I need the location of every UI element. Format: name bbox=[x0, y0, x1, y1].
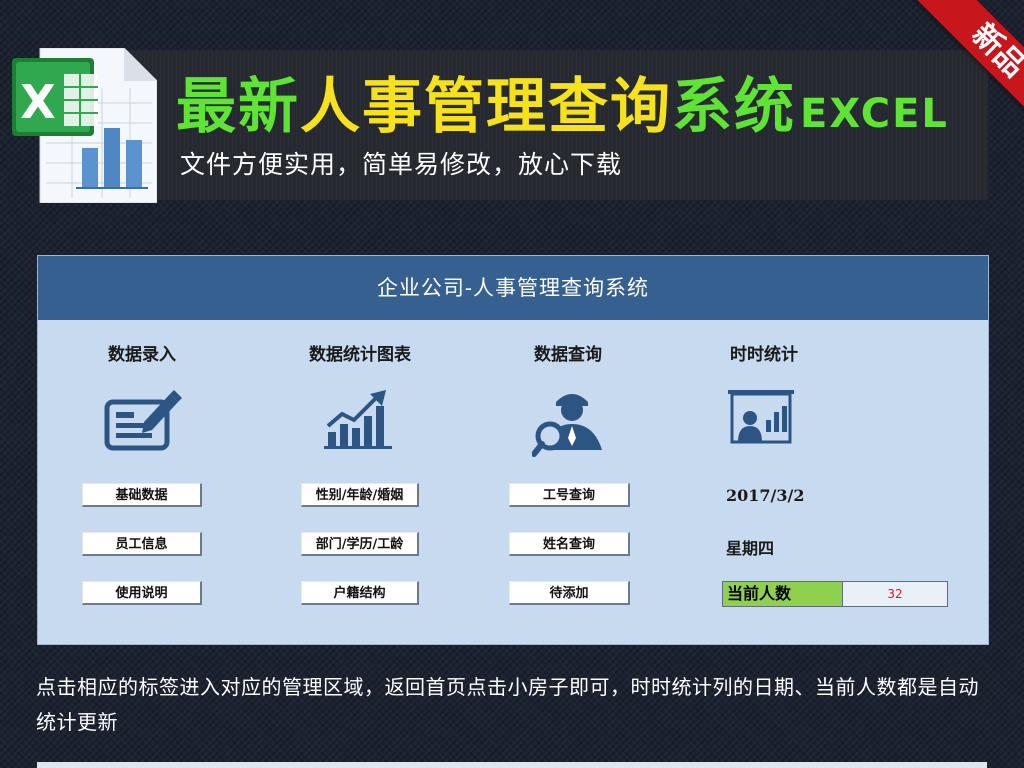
statistics-chart-icon[interactable] bbox=[324, 388, 394, 450]
excel-file-icon: X bbox=[12, 48, 157, 203]
dept-education-seniority-button[interactable]: 部门/学历/工龄 bbox=[301, 532, 419, 556]
current-date: 2017/3/2 bbox=[726, 486, 805, 505]
hr-system-panel: 企业公司-人事管理查询系统 数据录入 数据统计图表 数据查询 时时统计 基础数据… bbox=[37, 255, 989, 645]
column-title-realtime: 时时统计 bbox=[730, 345, 798, 365]
next-screenshot-edge bbox=[37, 762, 987, 768]
header-subtitle: 文件方便实用，简单易修改，放心下载 bbox=[180, 150, 623, 179]
headline-part-1: 最新 bbox=[176, 72, 300, 142]
svg-text:X: X bbox=[20, 75, 55, 129]
headline-part-2: 人事管理查询 bbox=[300, 72, 672, 142]
panel-title: 企业公司-人事管理查询系统 bbox=[38, 256, 988, 320]
basic-data-button[interactable]: 基础数据 bbox=[82, 483, 202, 507]
person-search-icon[interactable] bbox=[532, 388, 606, 460]
gender-age-marital-button[interactable]: 性别/年龄/婚姻 bbox=[301, 483, 419, 507]
user-guide-button[interactable]: 使用说明 bbox=[82, 581, 202, 605]
employee-id-query-button[interactable]: 工号查询 bbox=[509, 483, 630, 507]
description-text: 点击相应的标签进入对应的管理区域，返回首页点击小房子即可，时时统计列的日期、当前… bbox=[36, 675, 979, 734]
headcount-label: 当前人数 bbox=[723, 582, 843, 606]
corner-ribbon: 新品 bbox=[884, 0, 1024, 140]
column-title-statistics: 数据统计图表 bbox=[309, 345, 411, 365]
main-headline: 最新人事管理查询系统 EXCEL bbox=[176, 72, 949, 142]
presentation-board-icon[interactable] bbox=[728, 388, 796, 448]
to-be-added-button[interactable]: 待添加 bbox=[509, 581, 630, 605]
headline-part-3: 系统 bbox=[672, 72, 796, 142]
column-title-query: 数据查询 bbox=[534, 345, 602, 365]
headcount-value: 32 bbox=[887, 587, 903, 601]
household-structure-button[interactable]: 户籍结构 bbox=[301, 581, 419, 605]
data-entry-icon[interactable] bbox=[104, 388, 182, 454]
column-title-data-entry: 数据录入 bbox=[108, 345, 176, 365]
employee-info-button[interactable]: 员工信息 bbox=[82, 532, 202, 556]
headcount-box: 当前人数 32 bbox=[722, 581, 948, 607]
current-weekday: 星期四 bbox=[726, 539, 775, 558]
ribbon-label: 新品 bbox=[912, 0, 1024, 137]
name-query-button[interactable]: 姓名查询 bbox=[509, 532, 630, 556]
